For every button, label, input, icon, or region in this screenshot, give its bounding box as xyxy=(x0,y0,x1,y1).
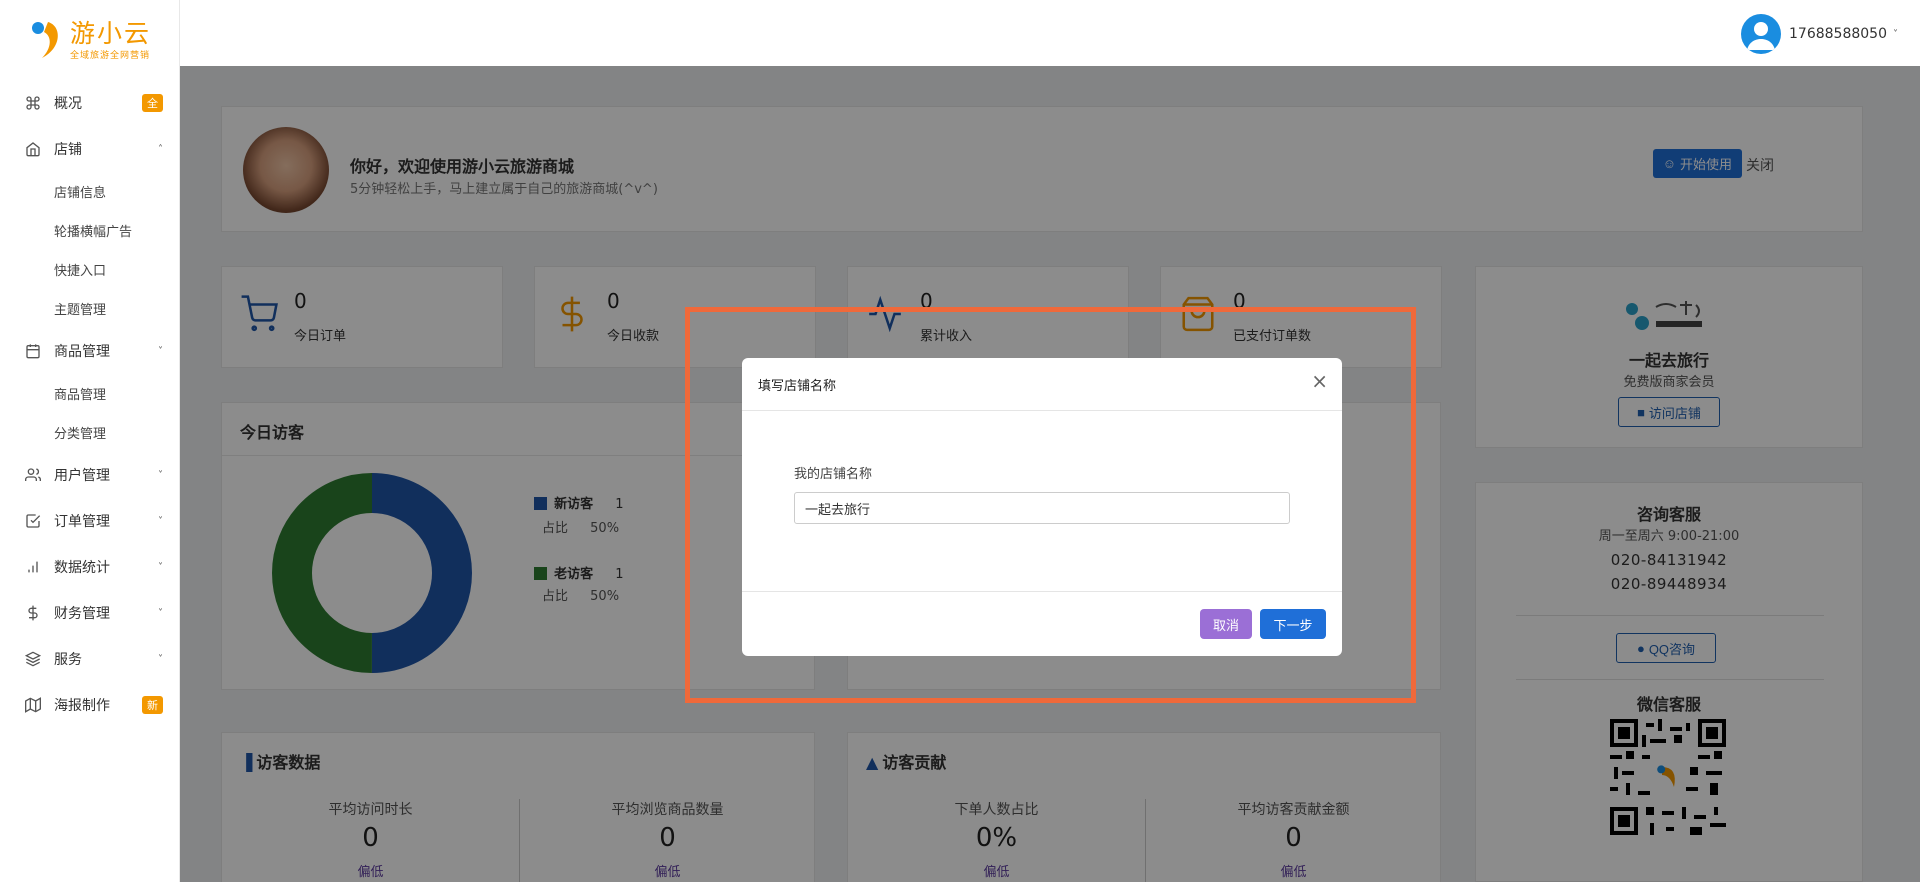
users-icon xyxy=(24,466,42,484)
sidebar-item-label: 用户管理 xyxy=(54,468,110,484)
sidebar-item-poster[interactable]: 海报制作 新 xyxy=(0,682,179,728)
user-phone: 17688588050 xyxy=(1789,26,1887,42)
next-step-button[interactable]: 下一步 xyxy=(1260,609,1326,639)
home-icon xyxy=(24,140,42,158)
brand-name: 游小云 xyxy=(70,18,152,48)
avatar xyxy=(1741,14,1782,54)
sidebar-item-service[interactable]: 服务 ˅ xyxy=(0,636,179,682)
chevron-down-icon: ˅ xyxy=(158,653,163,665)
sidebar-subitem-theme[interactable]: 主题管理 xyxy=(0,289,179,328)
chevron-up-icon: ˄ xyxy=(158,143,163,155)
sidebar-item-stats[interactable]: 数据统计 ˅ xyxy=(0,544,179,590)
sidebar-item-products[interactable]: 商品管理 ˅ xyxy=(0,328,179,374)
dialog-title: 填写店铺名称 xyxy=(758,379,837,394)
brand-tagline: 全域旅游全网营销 xyxy=(70,50,151,61)
sidebar-item-store[interactable]: 店铺 ˄ xyxy=(0,126,179,172)
map-icon xyxy=(24,696,42,714)
sidebar-subitem-banner[interactable]: 轮播横幅广告 xyxy=(0,211,179,250)
chevron-down-icon: ˅ xyxy=(158,345,163,357)
sidebar-item-overview[interactable]: 概况 全 xyxy=(0,80,179,126)
sidebar-subitem-category[interactable]: 分类管理 xyxy=(0,413,179,452)
cancel-button[interactable]: 取消 xyxy=(1200,609,1252,639)
logo-icon xyxy=(28,18,64,62)
close-icon[interactable]: × xyxy=(1311,371,1328,391)
sidebar-subitem-product-manage[interactable]: 商品管理 xyxy=(0,374,179,413)
check-square-icon xyxy=(24,512,42,530)
user-menu[interactable]: 17688588050 ˅ xyxy=(1741,14,1898,54)
sidebar-item-orders[interactable]: 订单管理 ˅ xyxy=(0,498,179,544)
store-name-input[interactable] xyxy=(794,492,1290,524)
sidebar-item-label: 财务管理 xyxy=(54,606,110,622)
command-icon xyxy=(24,94,42,112)
top-header: 17688588050 ˅ xyxy=(180,0,1920,66)
sidebar-item-label: 概况 xyxy=(54,96,82,112)
layers-icon xyxy=(24,650,42,668)
sidebar-item-label: 数据统计 xyxy=(54,560,110,576)
chevron-down-icon: ˅ xyxy=(158,561,163,573)
sidebar-item-users[interactable]: 用户管理 ˅ xyxy=(0,452,179,498)
badge: 全 xyxy=(142,94,163,112)
dialog-header: 填写店铺名称 × xyxy=(742,358,1342,411)
sidebar-item-label: 海报制作 xyxy=(54,698,110,714)
chevron-down-icon: ˅ xyxy=(158,607,163,619)
sidebar-item-finance[interactable]: 财务管理 ˅ xyxy=(0,590,179,636)
dialog-body: 我的店铺名称 xyxy=(742,411,1342,591)
dialog-footer: 取消 下一步 xyxy=(742,591,1342,655)
sidebar-item-label: 店铺 xyxy=(54,142,82,158)
sidebar: 游小云 全域旅游全网营销 概况 全 店铺 ˄ 店铺信息 轮播横幅广告 快捷入口 … xyxy=(0,0,180,882)
chevron-down-icon: ˅ xyxy=(158,469,163,481)
badge: 新 xyxy=(142,696,163,714)
bar-chart-icon xyxy=(24,558,42,576)
chevron-down-icon: ˅ xyxy=(158,515,163,527)
logo[interactable]: 游小云 全域旅游全网营销 xyxy=(0,0,179,80)
sidebar-item-label: 商品管理 xyxy=(54,344,110,360)
sidebar-subitem-shortcut[interactable]: 快捷入口 xyxy=(0,250,179,289)
sidebar-item-label: 服务 xyxy=(54,652,82,668)
sidebar-subitem-store-info[interactable]: 店铺信息 xyxy=(0,172,179,211)
chevron-down-icon: ˅ xyxy=(1893,28,1898,40)
calendar-icon xyxy=(24,342,42,360)
store-name-label: 我的店铺名称 xyxy=(794,467,873,482)
sidebar-item-label: 订单管理 xyxy=(54,514,110,530)
dollar-icon xyxy=(24,604,42,622)
store-name-dialog: 填写店铺名称 × 我的店铺名称 取消 下一步 xyxy=(742,358,1342,656)
